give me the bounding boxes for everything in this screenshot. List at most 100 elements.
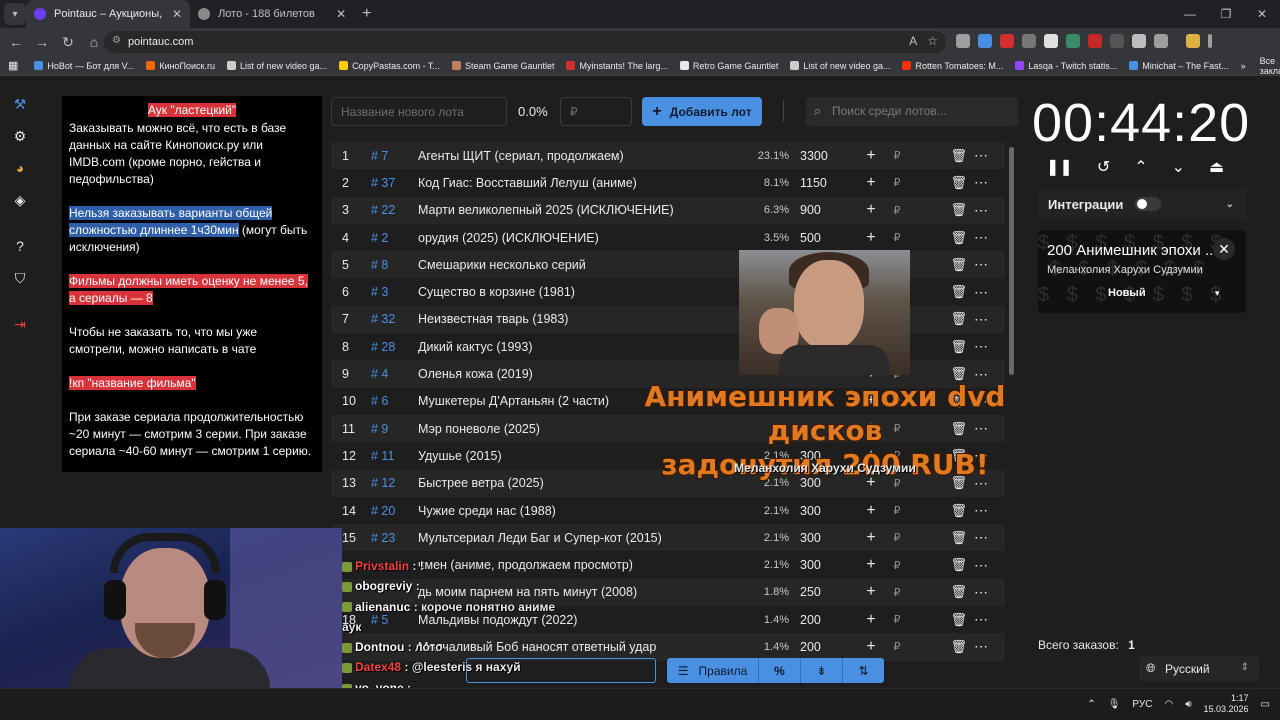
trash-icon[interactable]: 🗑︎ <box>911 257 967 273</box>
add-amount-icon[interactable]: + <box>859 638 883 656</box>
trash-icon[interactable]: 🗑︎ <box>911 557 967 573</box>
bookmark-item[interactable]: List of new video ga... <box>790 61 890 71</box>
lot-id-link[interactable]: # 22 <box>363 203 418 217</box>
close-window-icon[interactable]: ✕ <box>1244 0 1280 28</box>
lot-id-link[interactable]: # 23 <box>363 531 418 545</box>
add-amount-icon[interactable]: + <box>859 611 883 629</box>
ruble-input-icon[interactable]: ₽ <box>883 176 911 189</box>
trash-icon[interactable]: 🗑︎ <box>911 584 967 600</box>
tab-loto[interactable]: Лото - 188 билетов ✕ <box>190 0 354 28</box>
bookmark-item[interactable]: Minichat – The Fast... <box>1129 61 1229 71</box>
add-amount-icon[interactable]: + <box>859 201 883 219</box>
more-dots-icon[interactable]: ⋯ <box>967 584 995 601</box>
lot-id-link[interactable]: # 7 <box>363 149 418 163</box>
bookmark-item[interactable]: List of new video ga... <box>227 61 327 71</box>
add-amount-icon[interactable]: + <box>859 174 883 192</box>
reload-icon[interactable]: ↻ <box>56 34 80 51</box>
wifi-icon[interactable]: ◠ <box>1164 699 1173 710</box>
lot-id-link[interactable]: # 20 <box>363 504 418 518</box>
more-dots-icon[interactable]: ⋯ <box>967 284 995 301</box>
ruble-input-icon[interactable]: ₽ <box>883 559 911 572</box>
integrations-panel[interactable]: Интеграции ⌄ <box>1038 188 1246 220</box>
new-lot-input[interactable]: Название нового лота <box>331 97 507 126</box>
trash-icon[interactable]: 🗑︎ <box>911 230 967 246</box>
more-dots-icon[interactable]: ⋯ <box>967 147 995 164</box>
layers-icon[interactable]: ◈ <box>11 191 29 209</box>
more-dots-icon[interactable]: ⋯ <box>967 256 995 273</box>
integrations-toggle[interactable] <box>1135 197 1162 211</box>
bookmark-item[interactable]: Rotten Tomatoes: M... <box>902 61 1003 71</box>
ruble-input-icon[interactable]: ₽ <box>883 531 911 544</box>
menu-dots-icon[interactable] <box>1208 34 1212 48</box>
bookmark-item[interactable]: Steam Game Gauntlet <box>451 61 554 71</box>
logout-icon[interactable]: ⇥ <box>11 315 29 333</box>
trash-icon[interactable]: 🗑︎ <box>911 639 967 655</box>
lot-id-link[interactable]: # 2 <box>363 231 418 245</box>
lot-id-link[interactable]: # 4 <box>363 367 418 381</box>
new-tab-icon[interactable]: + <box>362 5 371 23</box>
trash-icon[interactable]: 🗑︎ <box>911 175 967 191</box>
close-icon[interactable]: ✕ <box>1213 238 1235 260</box>
more-dots-icon[interactable]: ⋯ <box>967 202 995 219</box>
donation-status-select[interactable]: Новый <box>1108 287 1146 299</box>
table-scrollbar[interactable] <box>1009 147 1014 375</box>
trash-icon[interactable]: 🗑︎ <box>911 503 967 519</box>
lot-id-link[interactable]: # 12 <box>363 476 418 490</box>
pause-icon[interactable]: ❚❚ <box>1046 157 1073 177</box>
lot-id-link[interactable]: # 11 <box>363 449 418 463</box>
bookmark-item[interactable]: КиноПоиск.ru <box>146 61 215 71</box>
wheel-icon[interactable]: ◕ <box>11 159 29 177</box>
more-dots-icon[interactable]: ⋯ <box>967 174 995 191</box>
add-amount-icon[interactable]: + <box>859 583 883 601</box>
trash-icon[interactable]: 🗑︎ <box>911 148 967 164</box>
add-amount-icon[interactable]: + <box>859 529 883 547</box>
extension-icon[interactable] <box>956 34 970 48</box>
more-dots-icon[interactable]: ⋯ <box>967 611 995 628</box>
add-amount-icon[interactable]: + <box>859 502 883 520</box>
translate-icon[interactable]: A <box>909 34 917 48</box>
more-dots-icon[interactable]: ⋯ <box>967 557 995 574</box>
lot-id-link[interactable]: # 6 <box>363 394 418 408</box>
trash-icon[interactable]: 🗑︎ <box>911 530 967 546</box>
ruble-input-icon[interactable]: ₽ <box>883 504 911 517</box>
trash-icon[interactable]: 🗑︎ <box>911 284 967 300</box>
close-tab-icon[interactable]: ✕ <box>336 7 346 21</box>
microphone-icon[interactable]: 🎙︎ <box>1108 699 1121 710</box>
notifications-icon[interactable]: ▭ <box>1261 699 1270 710</box>
bookmark-item[interactable]: Myinstants! The larg... <box>566 61 668 71</box>
add-lot-button[interactable]: + Добавить лот <box>642 97 762 126</box>
tab-list-button[interactable]: ▾ <box>4 3 26 25</box>
apps-grid-icon[interactable]: ▦ <box>8 59 18 72</box>
lot-id-link[interactable]: # 37 <box>363 176 418 190</box>
bookmark-item[interactable]: Retro Game Gauntlet <box>679 61 778 71</box>
more-dots-icon[interactable]: ⋯ <box>967 338 995 355</box>
more-dots-icon[interactable]: ⋯ <box>967 529 995 546</box>
add-time-icon[interactable]: ⌃ <box>1134 157 1147 177</box>
extension-icon[interactable] <box>1066 34 1080 48</box>
lot-id-link[interactable]: # 9 <box>363 422 418 436</box>
new-lot-amount-input[interactable]: ₽ <box>560 97 632 126</box>
extension-icon[interactable] <box>1000 34 1014 48</box>
split-icon[interactable]: ⇟ <box>801 658 843 683</box>
extensions-puzzle-icon[interactable] <box>1154 34 1168 48</box>
extension-icon[interactable] <box>1110 34 1124 48</box>
settings-gear-icon[interactable]: ⚙ <box>11 127 29 145</box>
trash-icon[interactable]: 🗑︎ <box>911 202 967 218</box>
add-amount-icon[interactable]: + <box>859 229 883 247</box>
close-tab-icon[interactable]: ✕ <box>172 7 182 21</box>
chevron-down-icon[interactable]: ▾ <box>1215 288 1220 299</box>
sort-icon[interactable]: ⇅ <box>843 658 884 683</box>
clock[interactable]: 1:17 15.03.2026 <box>1204 693 1249 715</box>
help-icon[interactable]: ? <box>11 237 29 255</box>
chevron-down-icon[interactable]: ⌄ <box>1226 199 1234 210</box>
ruble-input-icon[interactable]: ₽ <box>883 613 911 626</box>
site-info-icon[interactable]: ⚙ <box>112 35 121 46</box>
bookmark-item[interactable]: CopyPastas.com - T... <box>339 61 440 71</box>
double-up-icon[interactable]: ⏏ <box>1209 157 1224 177</box>
profile-avatar[interactable] <box>1186 34 1200 48</box>
lot-id-link[interactable]: # 3 <box>363 285 418 299</box>
subtract-time-icon[interactable]: ⌄ <box>1172 157 1185 177</box>
ruble-input-icon[interactable]: ₽ <box>883 149 911 162</box>
forward-icon[interactable]: → <box>30 34 54 50</box>
more-dots-icon[interactable]: ⋯ <box>967 502 995 519</box>
